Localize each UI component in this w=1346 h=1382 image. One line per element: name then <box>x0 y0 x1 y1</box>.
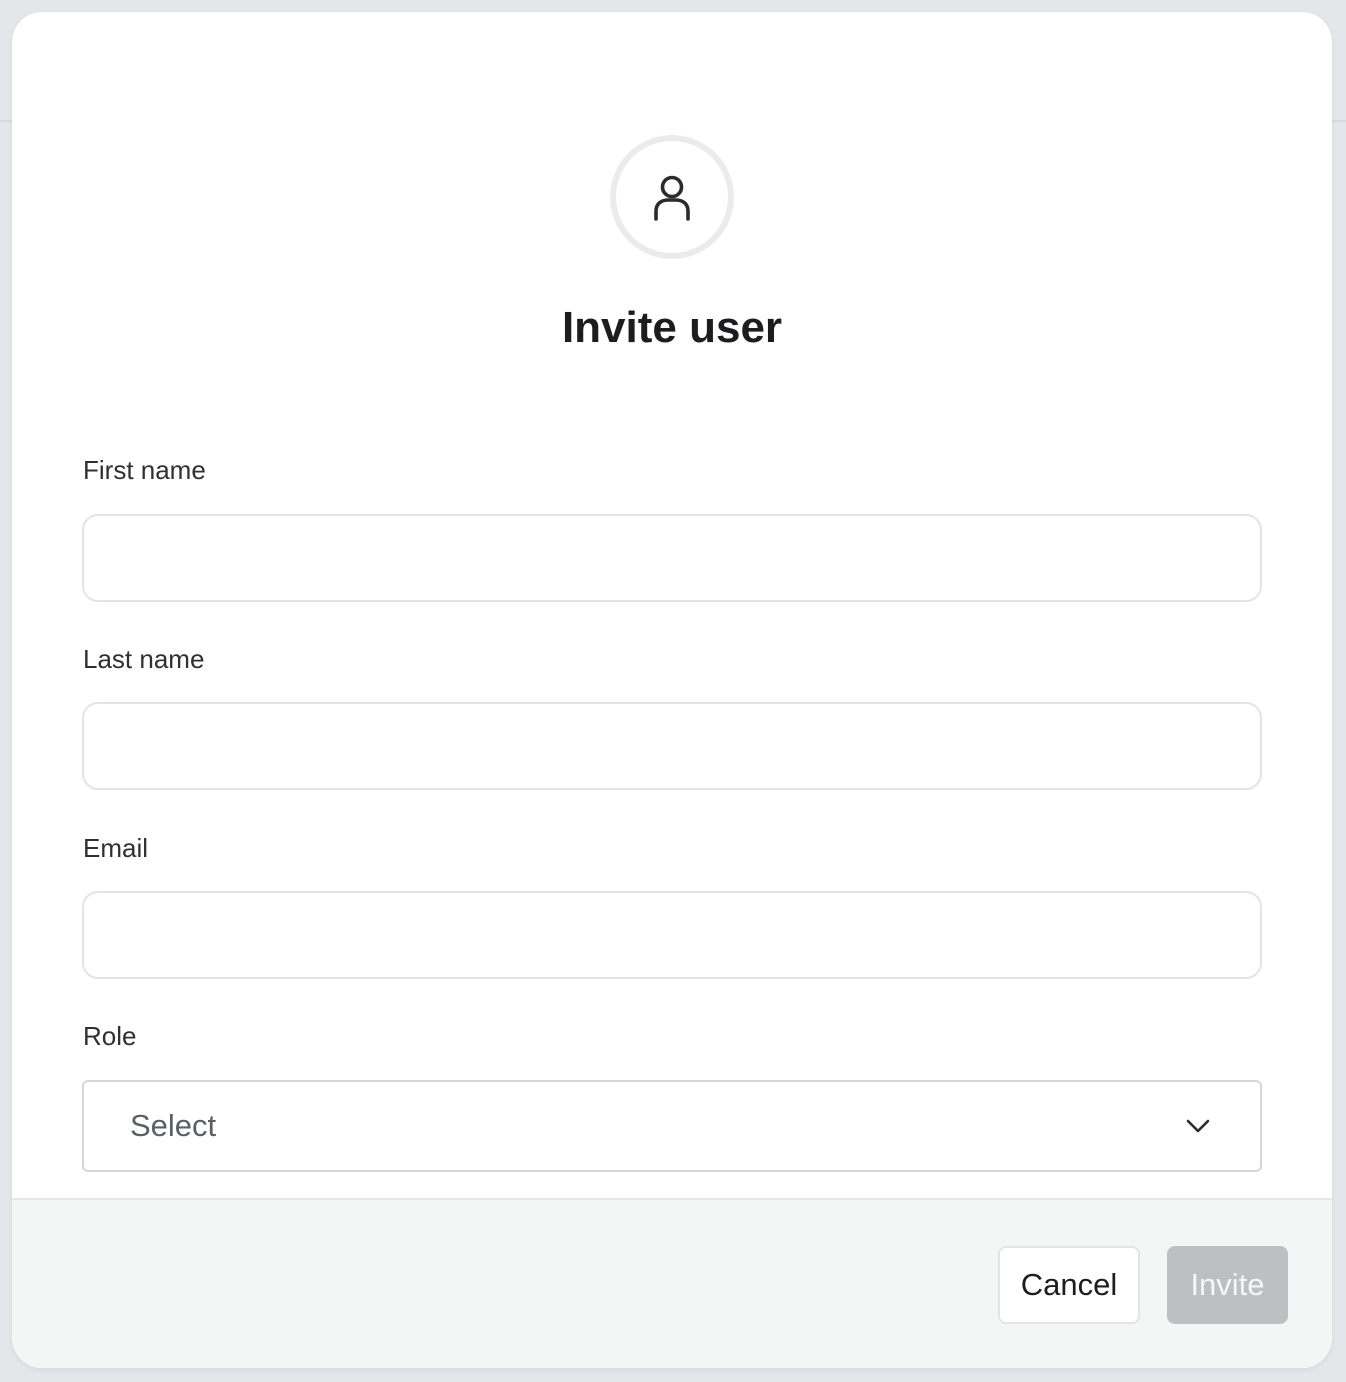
avatar <box>610 135 734 259</box>
first-name-label: First name <box>83 455 206 485</box>
cancel-button[interactable]: Cancel <box>998 1246 1140 1324</box>
email-field[interactable] <box>82 891 1262 979</box>
first-name-field[interactable] <box>82 514 1262 602</box>
role-label: Role <box>83 1021 137 1051</box>
user-icon <box>654 175 690 221</box>
last-name-field[interactable] <box>82 702 1262 790</box>
role-select[interactable]: Select <box>82 1080 1262 1172</box>
dialog-footer: Cancel Invite <box>12 1198 1332 1368</box>
chevron-down-icon <box>1186 1119 1210 1133</box>
invite-user-dialog: Invite user First name Last name Email R… <box>12 12 1332 1368</box>
last-name-label: Last name <box>83 644 205 674</box>
role-select-value: Select <box>130 1108 217 1143</box>
invite-button[interactable]: Invite <box>1167 1246 1288 1324</box>
email-label: Email <box>83 833 149 863</box>
dialog-title: Invite user <box>561 303 783 352</box>
